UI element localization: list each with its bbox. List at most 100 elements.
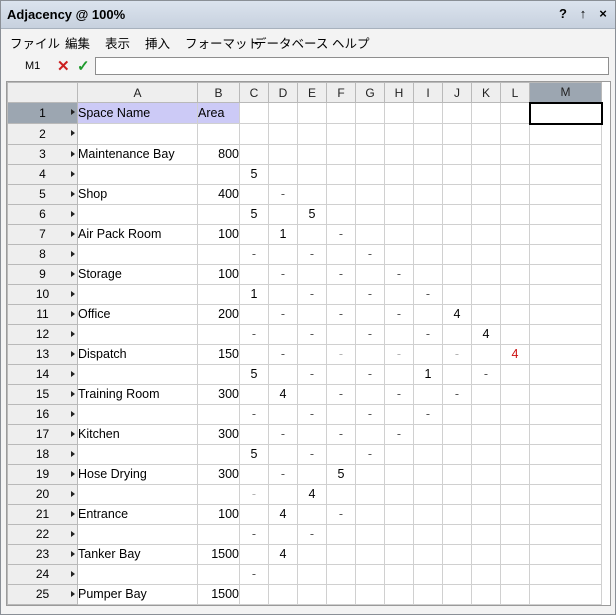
adjacency-cell[interactable]: - — [268, 463, 298, 485]
area-header[interactable]: Area — [197, 102, 240, 124]
adjacency-cell[interactable] — [297, 263, 327, 285]
adjacency-cell[interactable] — [239, 183, 269, 205]
area-cell[interactable]: 200 — [197, 303, 240, 325]
column-header-c[interactable]: C — [239, 82, 269, 103]
adjacency-cell[interactable] — [326, 583, 356, 605]
space-name-cell[interactable] — [77, 403, 198, 425]
adjacency-cell[interactable] — [500, 263, 530, 285]
adjacency-cell[interactable]: 4 — [297, 483, 327, 505]
adjacency-cell[interactable]: - — [355, 243, 385, 265]
area-cell[interactable] — [197, 123, 240, 145]
adjacency-cell[interactable]: - — [326, 263, 356, 285]
adjacency-cell[interactable] — [326, 543, 356, 565]
column-header-j[interactable]: J — [442, 82, 472, 103]
space-name-cell[interactable]: Office — [77, 303, 198, 325]
area-cell[interactable] — [197, 403, 240, 425]
row-header[interactable]: 7 — [7, 223, 78, 245]
space-name-cell[interactable] — [77, 323, 198, 345]
checkmark-icon[interactable]: ✓ — [77, 57, 90, 75]
adjacency-cell[interactable] — [471, 423, 501, 445]
column-header-e[interactable]: E — [297, 82, 327, 103]
adjacency-cell[interactable] — [355, 203, 385, 225]
adjacency-cell[interactable] — [384, 483, 414, 505]
adjacency-cell[interactable] — [442, 163, 472, 185]
adjacency-cell[interactable] — [239, 303, 269, 325]
adjacency-cell[interactable] — [384, 183, 414, 205]
adjacency-cell[interactable] — [355, 163, 385, 185]
adjacency-cell[interactable] — [471, 283, 501, 305]
adjacency-cell[interactable] — [413, 523, 443, 545]
column-header-h[interactable]: H — [384, 82, 414, 103]
adjacency-cell[interactable] — [297, 163, 327, 185]
adjacency-cell[interactable] — [442, 503, 472, 525]
adjacency-cell[interactable]: - — [297, 243, 327, 265]
adjacency-cell[interactable]: - — [326, 423, 356, 445]
space-name-cell[interactable]: Pumper Bay — [77, 583, 198, 605]
adjacency-cell[interactable] — [442, 523, 472, 545]
adjacency-cell[interactable] — [297, 583, 327, 605]
adjacency-cell[interactable] — [413, 483, 443, 505]
adjacency-cell[interactable] — [529, 523, 602, 545]
adjacency-cell[interactable] — [268, 143, 298, 165]
area-cell[interactable] — [197, 243, 240, 265]
adjacency-cell[interactable] — [413, 163, 443, 185]
row-header[interactable]: 14 — [7, 363, 78, 385]
adjacency-cell[interactable]: - — [268, 343, 298, 365]
row-header[interactable]: 13 — [7, 343, 78, 365]
adjacency-cell[interactable] — [355, 483, 385, 505]
adjacency-cell[interactable] — [442, 543, 472, 565]
row-header[interactable]: 21 — [7, 503, 78, 525]
adjacency-cell[interactable] — [268, 123, 298, 145]
adjacency-cell[interactable] — [268, 363, 298, 385]
area-cell[interactable]: 100 — [197, 263, 240, 285]
area-cell[interactable] — [197, 203, 240, 225]
adjacency-cell[interactable] — [413, 543, 443, 565]
adjacency-cell[interactable] — [268, 163, 298, 185]
adjacency-cell[interactable] — [442, 323, 472, 345]
formula-input[interactable] — [95, 57, 609, 75]
adjacency-cell[interactable] — [297, 123, 327, 145]
area-cell[interactable]: 100 — [197, 503, 240, 525]
adjacency-cell[interactable]: - — [384, 303, 414, 325]
adjacency-cell[interactable] — [355, 303, 385, 325]
adjacency-cell[interactable] — [471, 543, 501, 565]
row-header[interactable]: 24 — [7, 563, 78, 585]
space-name-cell[interactable]: Tanker Bay — [77, 543, 198, 565]
adjacency-cell[interactable] — [239, 102, 269, 124]
adjacency-cell[interactable] — [413, 583, 443, 605]
column-header-b[interactable]: B — [197, 82, 240, 103]
area-cell[interactable] — [197, 523, 240, 545]
adjacency-cell[interactable] — [239, 143, 269, 165]
adjacency-cell[interactable] — [500, 143, 530, 165]
adjacency-cell[interactable]: - — [413, 403, 443, 425]
adjacency-cell[interactable] — [384, 223, 414, 245]
area-cell[interactable] — [197, 443, 240, 465]
adjacency-cell[interactable] — [239, 583, 269, 605]
adjacency-cell[interactable] — [529, 563, 602, 585]
adjacency-cell[interactable] — [529, 123, 602, 145]
adjacency-cell[interactable] — [471, 343, 501, 365]
adjacency-cell[interactable] — [471, 263, 501, 285]
row-header[interactable]: 25 — [7, 583, 78, 605]
adjacency-cell[interactable] — [500, 423, 530, 445]
adjacency-cell[interactable] — [442, 563, 472, 585]
adjacency-cell[interactable]: - — [239, 243, 269, 265]
adjacency-cell[interactable] — [413, 223, 443, 245]
space-name-cell[interactable] — [77, 203, 198, 225]
adjacency-cell[interactable]: - — [384, 383, 414, 405]
adjacency-cell[interactable] — [384, 463, 414, 485]
space-name-cell[interactable]: Dispatch — [77, 343, 198, 365]
area-cell[interactable]: 300 — [197, 463, 240, 485]
adjacency-cell[interactable] — [297, 423, 327, 445]
adjacency-cell[interactable] — [326, 483, 356, 505]
adjacency-cell[interactable] — [529, 543, 602, 565]
adjacency-cell[interactable] — [268, 323, 298, 345]
adjacency-cell[interactable]: - — [326, 303, 356, 325]
space-name-cell[interactable]: Training Room — [77, 383, 198, 405]
adjacency-cell[interactable] — [471, 583, 501, 605]
row-header[interactable]: 18 — [7, 443, 78, 465]
adjacency-cell[interactable] — [471, 102, 501, 124]
adjacency-cell[interactable] — [384, 243, 414, 265]
adjacency-cell[interactable] — [500, 183, 530, 205]
adjacency-cell[interactable] — [326, 403, 356, 425]
